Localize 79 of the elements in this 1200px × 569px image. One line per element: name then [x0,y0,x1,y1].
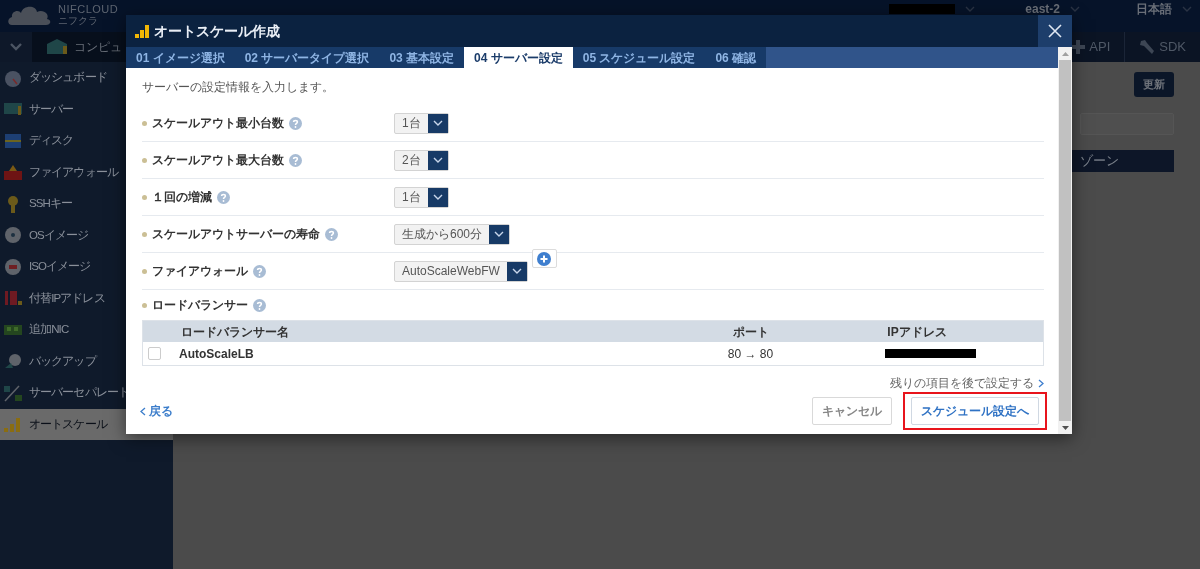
region-selector[interactable]: east-2 [1025,0,1060,18]
field-label: ファイアウォール [152,263,248,280]
field-label: スケールアウト最小台数 [152,115,284,132]
split-icon [3,383,23,402]
bar-chart-icon [134,24,150,38]
disc-icon [3,257,23,276]
logo-text: NIFCLOUD [58,3,119,15]
chevron-down-icon [432,119,443,127]
field-label: スケールアウト最大台数 [152,152,284,169]
row-checkbox[interactable] [148,347,161,360]
bullet-dot [142,231,147,237]
later-link[interactable]: 残りの項目を後で設定する [890,374,1044,392]
chevron-down-icon [511,267,522,275]
wizard-tab[interactable]: 05 スケジュール設定 [572,47,706,68]
chevron-down-icon [432,156,443,164]
intro-text: サーバーの設定情報を入力します。 [142,78,334,96]
chevron-right-icon [1038,378,1044,388]
select-field[interactable]: 1台 [394,186,449,208]
logo-subtitle: ニフクラ [58,15,99,26]
chevron-down-icon [1070,5,1080,13]
bullet-dot [142,120,147,126]
refresh-button[interactable]: 更新 [1134,72,1174,97]
chevron-down-icon [494,230,505,238]
firewall-icon [3,163,23,182]
bullet-dot [142,194,147,200]
chevron-down-icon [432,193,443,201]
next-button[interactable]: スケジュール設定へ [911,397,1039,425]
bullet-dot [142,268,147,274]
chevron-down-icon [1182,5,1192,13]
select-field[interactable]: 2台 [394,149,449,171]
close-icon [1048,24,1062,38]
service-title: コンピュ [74,39,122,56]
modal-title: オートスケール作成 [154,21,280,41]
wizard-tab[interactable]: 04 サーバー設定 [464,47,573,68]
help-icon [253,298,266,312]
column-header: ロードバランサー名 [180,323,290,341]
help-icon [253,264,266,278]
select-field[interactable]: 1台 [394,112,449,134]
chevron-left-icon [140,406,146,416]
help-icon [325,227,338,241]
field-label: ロードバランサー [152,297,248,314]
table-cell-text: AutoScaleLB [178,345,255,363]
plus-icon [1071,40,1086,54]
help-icon [289,116,302,130]
wrench-icon [1139,39,1156,55]
sidebar-item[interactable]: バックアップ [0,345,173,377]
scrollbar[interactable] [1058,47,1072,434]
disc-icon [3,226,23,245]
chevron-down-icon [9,42,23,52]
field-label: スケールアウトサーバーの寿命 [152,226,320,243]
redacted-account [889,4,956,14]
arrow-up-icon [1061,51,1069,56]
bullet-dot [142,302,147,308]
close-button[interactable] [1038,15,1072,47]
disc-icon [3,352,23,371]
bullet-dot [142,157,147,163]
menu-toggle[interactable] [0,32,32,62]
select-field[interactable]: AutoScaleWebFW [394,260,528,282]
field-label: １回の増減 [152,189,212,206]
help-icon [289,153,302,167]
table-cell: 80 → 80 [727,346,774,361]
add-button[interactable] [531,249,557,268]
bar-chart-icon [3,415,23,434]
help-icon [217,190,230,204]
plus-circle-icon [537,251,552,266]
table-header: ゾーン [1070,149,1174,172]
wizard-tab[interactable]: 03 基本設定 [379,47,465,68]
wizard-tab[interactable]: 02 サーバータイプ選択 [234,47,380,68]
chevron-down-icon [965,5,976,13]
select-field[interactable]: 生成から600分 [394,223,511,245]
gauge-icon [3,68,23,87]
sidebar-item[interactable]: 追加NIC [0,314,173,346]
wizard-tab[interactable]: 06 確認 [705,47,767,68]
arrow-down-icon [1061,425,1069,430]
column-header: ポート [731,323,770,341]
column-header: IPアドレス [886,323,948,341]
language-selector[interactable]: 日本語 [1136,0,1172,18]
cancel-button[interactable]: キャンセル [812,397,892,425]
wizard-tab[interactable]: 01 イメージ選択 [126,47,235,68]
